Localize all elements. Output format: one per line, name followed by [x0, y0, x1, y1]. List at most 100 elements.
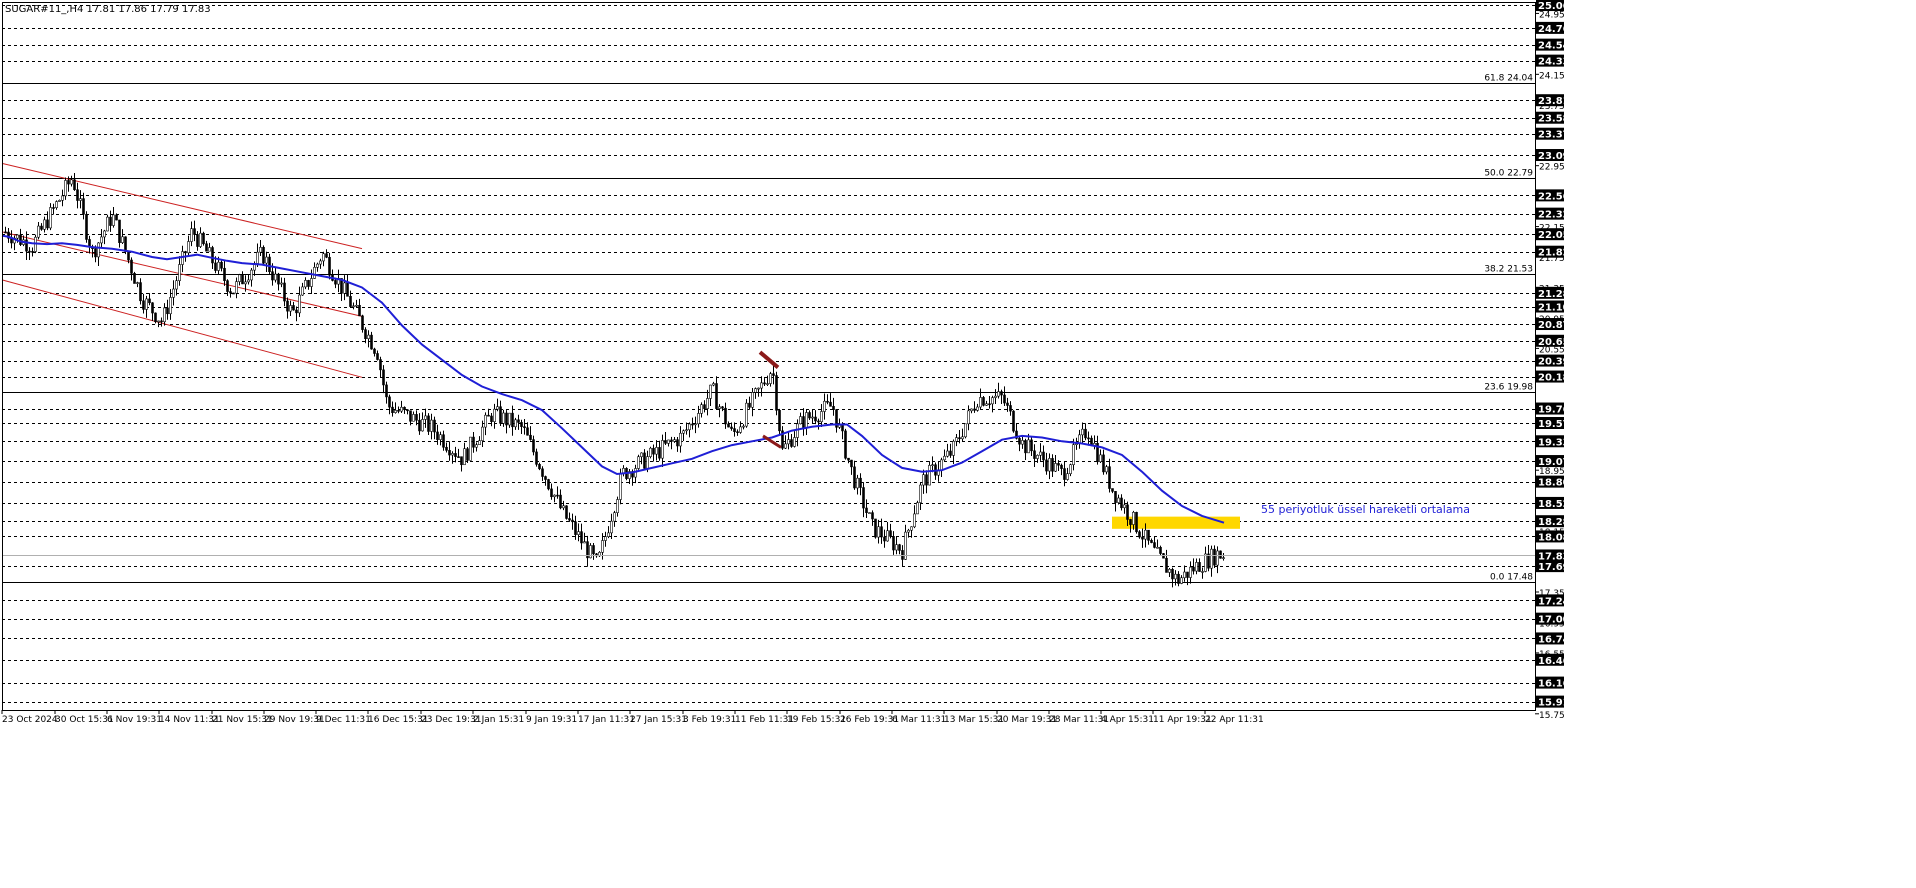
candle-body: [505, 412, 508, 426]
candle-body: [85, 213, 88, 240]
candle-body: [1126, 504, 1129, 520]
candle-body: [613, 512, 616, 522]
candle-body: [322, 253, 325, 262]
candle-body: [952, 440, 955, 456]
candle-body: [139, 282, 142, 302]
candle-body: [118, 219, 121, 243]
candle-body: [1117, 497, 1120, 503]
candle-body: [862, 487, 865, 509]
candle-body: [157, 320, 160, 323]
candle-body: [193, 228, 196, 235]
candle-body: [1138, 531, 1141, 538]
price-chart[interactable]: 61.8 24.04 50.0 22.79 38.2 21.53 23.6 19.98…: [0, 0, 1916, 888]
candle-body: [349, 295, 352, 307]
price-box-label: 24.54: [1538, 41, 1570, 52]
candle-body: [214, 262, 217, 271]
candle-body: [1189, 566, 1192, 578]
candle-body: [1153, 542, 1156, 548]
candle-body: [313, 266, 316, 279]
candle-body: [958, 437, 961, 440]
candle-body: [1222, 557, 1225, 559]
candle-body: [523, 426, 526, 429]
candle-body: [346, 282, 349, 297]
price-box-label: 21.10: [1538, 303, 1570, 314]
candle-body: [226, 280, 229, 292]
candle-body: [1198, 562, 1201, 572]
time-tick-label: 11 Feb 11:31: [735, 715, 794, 725]
candle-body: [175, 280, 178, 290]
candle-body: [166, 307, 169, 315]
candle-body: [1132, 511, 1135, 525]
candle-body: [583, 541, 586, 544]
candle-body: [529, 434, 532, 440]
candle-body: [244, 281, 247, 285]
candle-body: [421, 419, 424, 432]
price-box-label: 16.74: [1538, 634, 1570, 645]
candle-body: [964, 423, 967, 438]
candle-body: [817, 420, 820, 423]
candle-body: [1084, 428, 1087, 439]
candle-body: [409, 410, 412, 422]
candle-body: [658, 447, 661, 459]
time-tick-label: 26 Feb 19:31: [840, 715, 899, 725]
candle-body: [358, 304, 361, 317]
candle-body: [811, 416, 814, 419]
candle-body: [1171, 568, 1174, 580]
time-axis[interactable]: 23 Oct 202430 Oct 15:316 Nov 19:3114 Nov…: [1, 710, 1264, 725]
candle-body: [148, 298, 151, 304]
candle-body: [160, 320, 163, 323]
candle-body: [259, 246, 262, 253]
candle-body: [145, 298, 148, 310]
candle-body: [667, 439, 670, 444]
channel-line: [1, 279, 363, 378]
candle-body: [190, 228, 193, 242]
candle-body: [1159, 546, 1162, 554]
candle-body: [43, 219, 46, 230]
candle-body: [112, 214, 115, 226]
candle-body: [742, 425, 745, 428]
candle-body: [394, 409, 397, 413]
fib-label: 23.6 19.98: [1484, 383, 1533, 393]
candle-body: [355, 304, 358, 307]
candle-body: [604, 536, 607, 541]
candle-body: [1108, 466, 1111, 489]
candle-body: [502, 412, 505, 424]
candle-body: [52, 207, 55, 209]
price-axis[interactable]: 24.9524.1523.7522.9522.1521.7521.3520.95…: [1535, 0, 1570, 721]
candle-body: [4, 231, 7, 234]
candle-body: [886, 530, 889, 542]
candle-body: [790, 439, 793, 447]
candle-body: [442, 434, 445, 448]
candle-body: [130, 259, 133, 274]
candle-body: [448, 450, 451, 456]
candle-body: [931, 464, 934, 467]
candle-body: [373, 348, 376, 354]
time-tick-label: 17 Jan 11:31: [578, 715, 635, 725]
price-box-label: 24.33: [1538, 57, 1570, 68]
candle-body: [982, 397, 985, 406]
candle-body: [1177, 573, 1180, 584]
time-tick-label: 13 Mar 15:31: [944, 715, 1004, 725]
candle-body: [1168, 568, 1171, 573]
time-tick-label: 3 Feb 19:31: [683, 715, 736, 725]
candle-body: [718, 406, 721, 409]
price-box-label: 19.57: [1538, 419, 1570, 430]
candle-body: [580, 531, 583, 544]
candle-body: [406, 409, 409, 412]
time-tick-label: 4 Apr 15:31: [1101, 715, 1154, 725]
candle-body: [1012, 410, 1015, 432]
candle-body: [844, 430, 847, 459]
candle-body: [940, 459, 943, 471]
candle-body: [703, 404, 706, 409]
candle-body: [202, 232, 205, 245]
candle-body: [1060, 464, 1063, 469]
candle-body: [319, 260, 322, 265]
candle-body: [169, 297, 172, 315]
price-box-label: 24.76: [1538, 24, 1570, 35]
candle-body: [1216, 550, 1219, 566]
candle-body: [472, 436, 475, 448]
candle-body: [700, 404, 703, 414]
candle-body: [1129, 519, 1132, 525]
candle-body: [1063, 468, 1066, 480]
candle-body: [508, 412, 511, 426]
